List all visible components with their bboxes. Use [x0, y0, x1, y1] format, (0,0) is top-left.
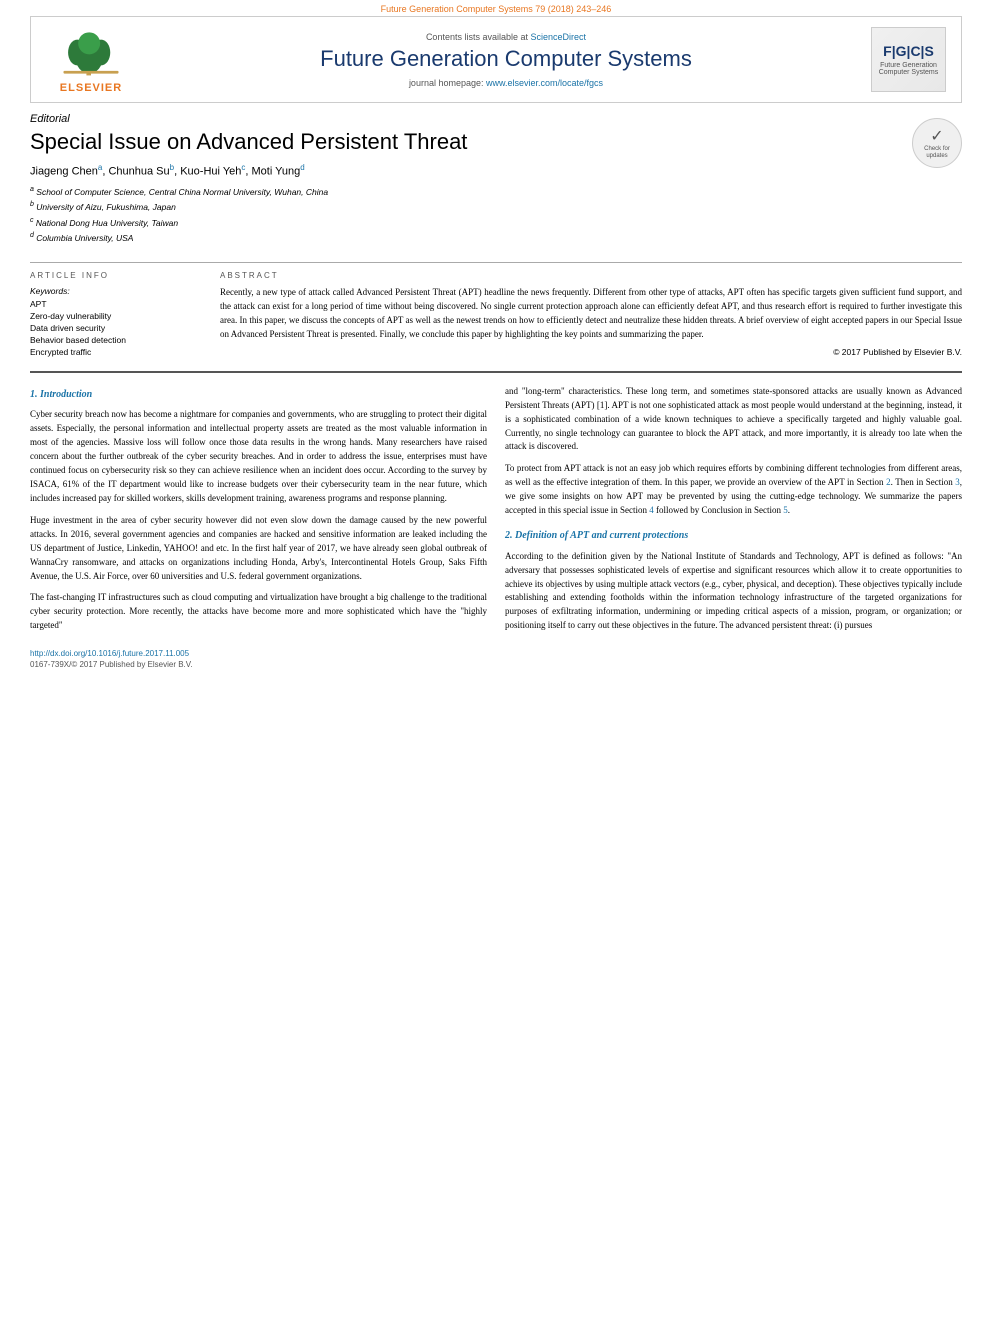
journal-homepage-line: journal homepage: www.elsevier.com/locat…: [141, 78, 871, 88]
abstract-text: Recently, a new type of attack called Ad…: [220, 286, 962, 342]
section3-link[interactable]: 3: [955, 477, 960, 487]
fgcs-logo-text: F|G|C|S: [883, 43, 934, 59]
elsevier-logo-section: ELSEVIER: [41, 25, 141, 94]
journal-header: ELSEVIER Contents lists available at Sci…: [30, 16, 962, 103]
author-kuo-hui: Kuo-Hui Yeh: [180, 166, 241, 178]
journal-reference-bar: Future Generation Computer Systems 79 (2…: [0, 0, 992, 16]
author-moti: Moti Yung: [252, 166, 301, 178]
body-right-column: and "long-term" characteristics. These l…: [505, 385, 962, 642]
elsevier-brand-text: ELSEVIER: [60, 82, 122, 94]
section2-heading: 2. Definition of APT and current protect…: [505, 528, 962, 544]
author-sup-d: d: [300, 163, 304, 172]
article-info-label: ARTICLE INFO: [30, 271, 205, 280]
authors-line: Jiageng Chena, Chunhua Sub, Kuo-Hui Yehc…: [30, 163, 912, 178]
journal-reference-text: Future Generation Computer Systems 79 (2…: [381, 4, 612, 14]
body-para-4: and "long-term" characteristics. These l…: [505, 385, 962, 455]
homepage-label: journal homepage:: [409, 78, 484, 88]
body-left-column: 1. Introduction Cyber security breach no…: [30, 385, 487, 642]
footer: http://dx.doi.org/10.1016/j.future.2017.…: [30, 649, 962, 669]
author-sup-a: a: [98, 163, 102, 172]
content-area: Editorial Special Issue on Advanced Pers…: [30, 103, 962, 641]
check-for-updates-badge: ✓ Check forupdates: [912, 118, 962, 168]
body-para-5: To protect from APT attack is not an eas…: [505, 462, 962, 518]
contents-available-text: Contents lists available at: [426, 32, 528, 42]
body-para-2: Huge investment in the area of cyber sec…: [30, 514, 487, 584]
author-jiageng: Jiageng Chen: [30, 166, 98, 178]
abstract-label: ABSTRACT: [220, 271, 962, 280]
author-sup-b: b: [170, 163, 174, 172]
section4-link[interactable]: 4: [649, 505, 654, 515]
affiliations: a School of Computer Science, Central Ch…: [30, 184, 912, 246]
body-content: 1. Introduction Cyber security breach no…: [30, 385, 962, 642]
sciencedirect-link[interactable]: ScienceDirect: [531, 32, 587, 42]
section1-heading: 1. Introduction: [30, 387, 487, 403]
affil-a: a School of Computer Science, Central Ch…: [30, 184, 912, 199]
author-chunhua: Chunhua Su: [108, 166, 169, 178]
keyword-5: Encrypted traffic: [30, 347, 205, 357]
abstract-column: ABSTRACT Recently, a new type of attack …: [220, 271, 962, 359]
fgcs-logo-section: F|G|C|S Future GenerationComputer System…: [871, 27, 951, 92]
then-in-section-text: Then in Section: [895, 477, 953, 487]
main-divider: [30, 371, 962, 373]
keywords-label: Keywords:: [30, 286, 205, 296]
body-para-6: According to the definition given by the…: [505, 550, 962, 634]
section5-link[interactable]: 5: [783, 505, 788, 515]
body-para-1: Cyber security breach now has become a n…: [30, 408, 487, 506]
issn-text: 0167-739X/© 2017 Published by Elsevier B…: [30, 660, 193, 669]
affil-c: c National Dong Hua University, Taiwan: [30, 215, 912, 230]
fgcs-logo: F|G|C|S Future GenerationComputer System…: [871, 27, 946, 92]
sciencedirect-line: Contents lists available at ScienceDirec…: [141, 32, 871, 42]
keywords-list: APT Zero-day vulnerability Data driven s…: [30, 299, 205, 357]
keyword-3: Data driven security: [30, 323, 205, 333]
paper-title: Special Issue on Advanced Persistent Thr…: [30, 129, 912, 155]
homepage-url[interactable]: www.elsevier.com/locate/fgcs: [486, 78, 603, 88]
author-sup-c: c: [241, 163, 245, 172]
keyword-4: Behavior based detection: [30, 335, 205, 345]
article-info-column: ARTICLE INFO Keywords: APT Zero-day vuln…: [30, 271, 205, 359]
elsevier-logo: ELSEVIER: [41, 25, 141, 94]
copyright-line: © 2017 Published by Elsevier B.V.: [220, 347, 962, 357]
doi-link[interactable]: http://dx.doi.org/10.1016/j.future.2017.…: [30, 649, 962, 658]
keyword-1: APT: [30, 299, 205, 309]
header-divider: [30, 262, 962, 263]
section2-link[interactable]: 2: [886, 477, 891, 487]
info-abstract-section: ARTICLE INFO Keywords: APT Zero-day vuln…: [30, 271, 962, 359]
editorial-label: Editorial: [30, 113, 912, 125]
body-para-3: The fast-changing IT infrastructures suc…: [30, 591, 487, 633]
journal-header-center: Contents lists available at ScienceDirec…: [141, 32, 871, 88]
affil-b: b University of Aizu, Fukushima, Japan: [30, 199, 912, 214]
affil-d: d Columbia University, USA: [30, 230, 912, 245]
keyword-2: Zero-day vulnerability: [30, 311, 205, 321]
elsevier-tree-icon: [56, 25, 126, 80]
journal-title: Future Generation Computer Systems: [141, 46, 871, 72]
